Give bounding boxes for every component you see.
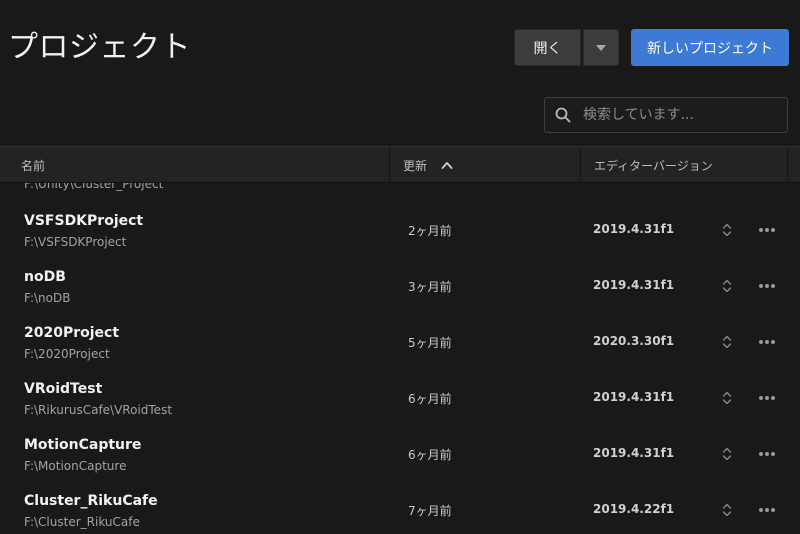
project-path: F:\VSFSDKProject [24,235,127,249]
column-header-version-label: エディターバージョン [594,158,713,173]
up-down-chevron-icon[interactable] [721,446,733,462]
column-header-updated-label: 更新 [403,158,428,173]
column-header-version[interactable]: エディターバージョン [581,147,788,183]
project-name: Cluster_RikuCafe [24,493,158,509]
table-row[interactable]: MotionCapture F:\MotionCapture 6ヶ月前 2019… [0,426,800,482]
project-editor-version: 2019.4.31f1 [593,278,675,292]
more-horizontal-icon[interactable] [758,507,776,513]
up-down-chevron-icon[interactable] [721,502,733,518]
column-header-updated[interactable]: 更新 [390,147,581,183]
open-dropdown-button[interactable] [583,29,619,66]
project-updated: 6ヶ月前 [408,392,452,406]
project-name: noDB [24,269,66,285]
search-box[interactable] [544,97,788,133]
column-header-name-label: 名前 [21,158,46,173]
project-path: F:\noDB [24,291,71,305]
project-editor-version: 2020.3.30f1 [593,334,675,348]
project-editor-version: 2019.4.31f1 [593,446,675,460]
table-row[interactable]: noDB F:\noDB 3ヶ月前 2019.4.31f1 [0,258,800,314]
project-path: F:\RikurusCafe\VRoidTest [24,403,173,417]
table-row[interactable]: 2020Project F:\2020Project 5ヶ月前 2020.3.3… [0,314,800,370]
table-row[interactable]: VRoidTest F:\RikurusCafe\VRoidTest 6ヶ月前 … [0,370,800,426]
up-down-chevron-icon[interactable] [721,334,733,350]
project-editor-version: 2019.4.31f1 [593,390,675,404]
up-down-chevron-icon[interactable] [721,222,733,238]
project-updated: 2ヶ月前 [408,224,452,238]
new-project-button[interactable]: 新しいプロジェクト [631,29,789,66]
project-name: 2020Project [24,325,120,341]
project-name: VRoidTest [24,381,103,397]
project-updated: 3ヶ月前 [408,280,452,294]
project-updated: 5ヶ月前 [408,336,452,350]
project-editor-version: 2019.4.31f1 [593,222,675,236]
table-row[interactable]: VSFSDKProject F:\VSFSDKProject 2ヶ月前 2019… [0,202,800,258]
open-button[interactable]: 開く [514,29,581,66]
up-down-chevron-icon[interactable] [721,278,733,294]
search-input[interactable] [581,106,787,124]
project-path: F:\Unity\Cluster_Project [24,183,164,191]
project-updated: 7ヶ月前 [408,504,452,518]
chevron-up-icon [441,162,453,169]
project-editor-version: 2019.4.22f1 [593,502,675,516]
project-path: F:\MotionCapture [24,459,127,473]
project-updated: 6ヶ月前 [408,448,452,462]
more-horizontal-icon[interactable] [758,395,776,401]
more-horizontal-icon[interactable] [758,227,776,233]
chevron-down-icon [596,44,606,51]
table-row-partial[interactable]: F:\Unity\Cluster_Project [0,183,800,193]
project-name: MotionCapture [24,437,142,453]
project-path: F:\Cluster_RikuCafe [24,515,140,529]
project-path: F:\2020Project [24,347,110,361]
up-down-chevron-icon[interactable] [721,390,733,406]
more-horizontal-icon[interactable] [758,283,776,289]
table-header: 名前 更新 エディターバージョン [0,146,800,183]
page-title: プロジェクト [8,30,191,65]
search-icon [555,107,571,123]
more-horizontal-icon[interactable] [758,451,776,457]
more-horizontal-icon[interactable] [758,339,776,345]
project-name: VSFSDKProject [24,213,144,229]
column-header-name[interactable]: 名前 [8,147,390,183]
table-row[interactable]: Cluster_RikuCafe F:\Cluster_RikuCafe 7ヶ月… [0,482,800,534]
project-list[interactable]: F:\Unity\Cluster_Project VSFSDKProject F… [0,183,800,534]
